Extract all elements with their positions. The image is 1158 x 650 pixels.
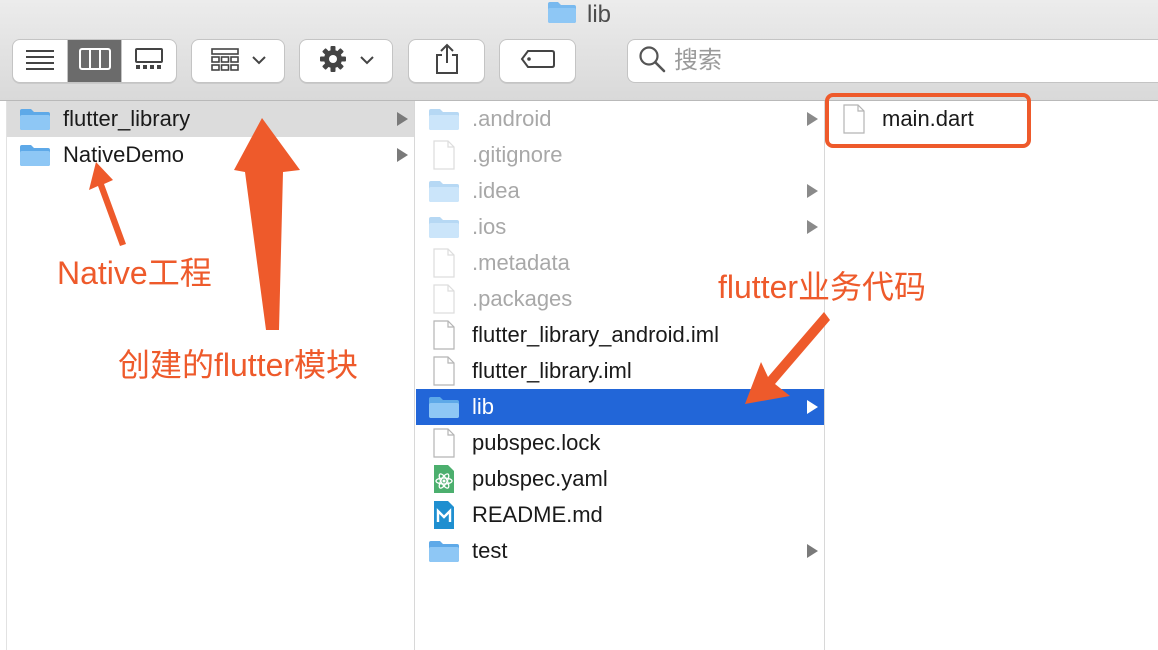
annotation-native: Native工程 [57,255,212,291]
arrow-to-native-demo [89,162,126,246]
arrow-to-flutter-library [234,118,300,330]
annotation-arrows [89,118,830,404]
arrow-to-lib [745,312,830,404]
annotation-flutter-business: flutter业务代码 [718,269,927,305]
annotation-flutter-module: 创建的flutter模块 [118,347,359,383]
